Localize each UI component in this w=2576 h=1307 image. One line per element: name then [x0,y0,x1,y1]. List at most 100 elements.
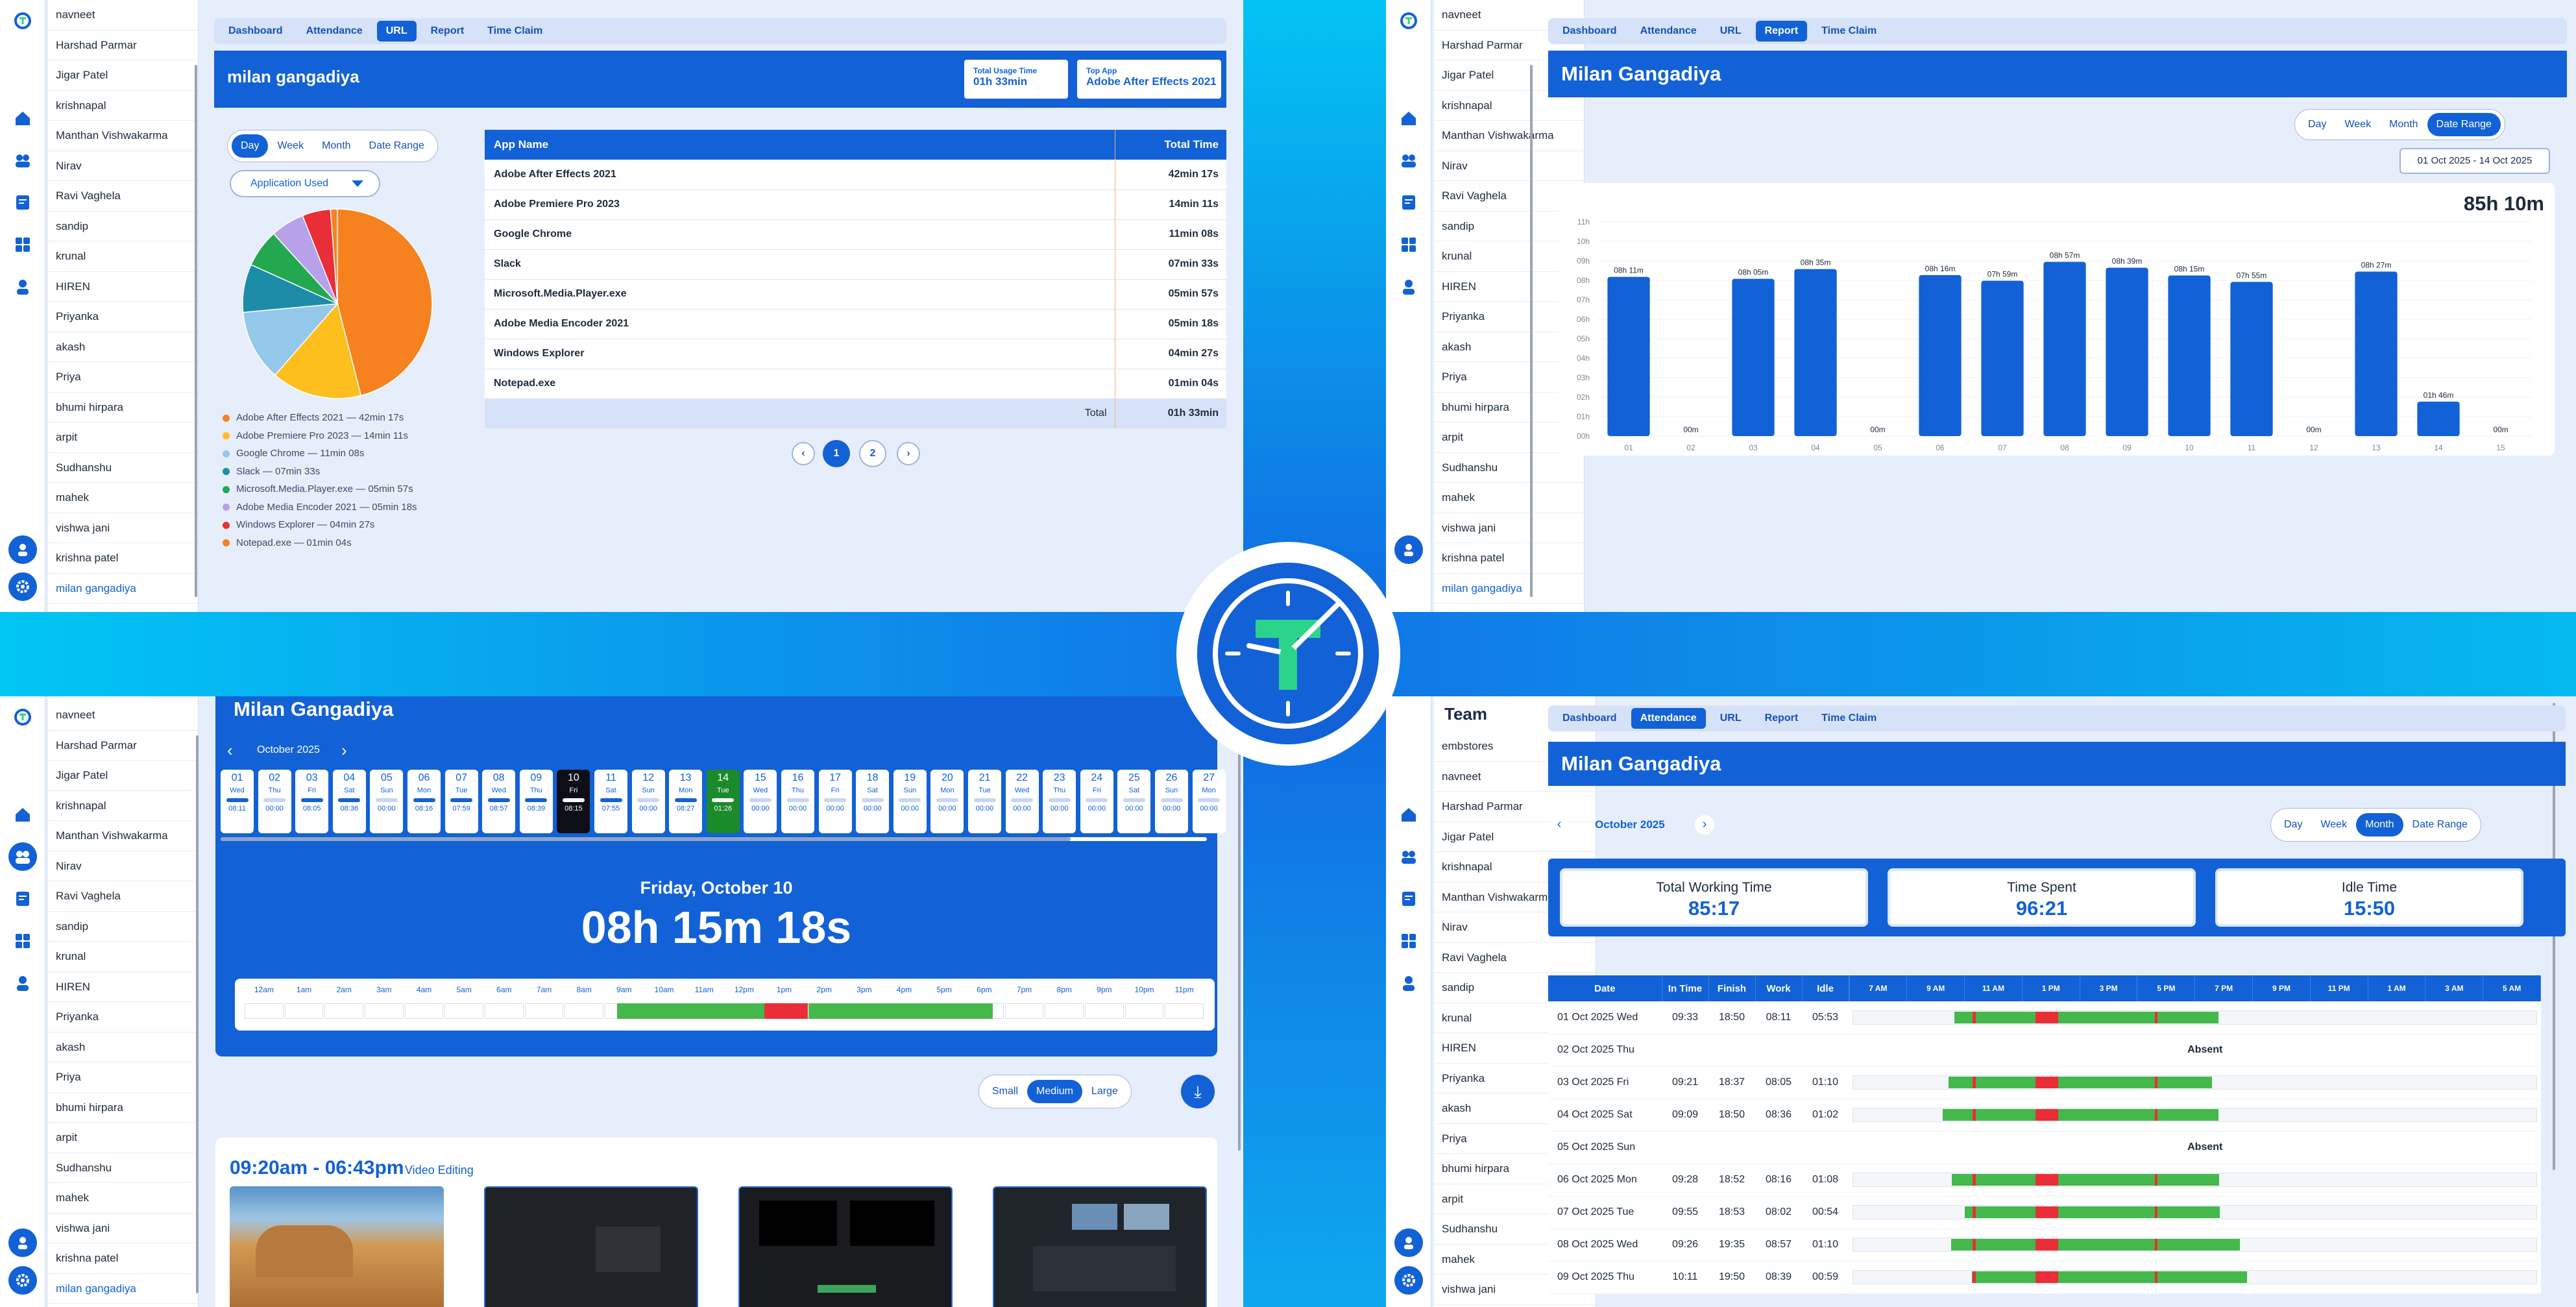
tab-report[interactable]: Report [1755,21,1808,42]
user-list-item[interactable]: krishna patel [48,1243,198,1274]
tab-attendance[interactable]: Attendance [297,21,372,42]
day-scrollbar[interactable] [221,837,1207,841]
bar[interactable] [2043,262,2086,437]
profile-icon[interactable] [1394,1228,1423,1257]
user-list-item[interactable]: Jigar Patel [48,761,198,791]
report-icon[interactable] [8,188,37,217]
screenshot-thumbnail[interactable] [484,1186,698,1307]
user-list-item[interactable]: mahek [48,483,198,513]
user-list-item[interactable]: milan gangadiya [48,574,198,604]
period-week[interactable]: Week [2335,113,2380,136]
hour-slot[interactable] [324,1003,363,1019]
period-week[interactable]: Week [268,134,313,158]
idle-block[interactable] [1973,1174,1976,1186]
period-day[interactable]: Day [2299,113,2335,136]
user-list-item[interactable]: krunal [48,942,198,972]
work-block[interactable] [1952,1174,2220,1186]
day-cell[interactable]: 17 Fri 00:00 [818,770,852,833]
hour-slot[interactable] [284,1003,324,1019]
work-block[interactable] [1948,1077,2213,1088]
bar[interactable] [2106,267,2148,437]
hour-slot[interactable] [1004,1003,1044,1019]
hour-slot[interactable] [524,1003,564,1019]
table-row[interactable]: 05 Oct 2025 Sun Absent [1548,1131,2541,1164]
user-list-item[interactable]: Ravi Vaghela [48,181,198,212]
idle-block[interactable] [1973,1011,1976,1023]
user-list-item[interactable]: akash [48,332,198,362]
period-month[interactable]: Month [2380,113,2427,136]
user-list-item[interactable]: akash [48,1032,198,1062]
bar[interactable] [1794,269,1837,436]
idle-block[interactable] [2154,1206,2158,1218]
team-icon[interactable] [1394,146,1423,175]
user-settings-icon[interactable] [8,969,37,997]
day-timeline[interactable] [1853,1238,2537,1252]
home-icon[interactable] [1394,800,1423,829]
bar[interactable] [1919,275,1962,436]
day-cell[interactable]: 20 Mon 00:00 [930,770,964,833]
user-list-item[interactable]: vishwa jani [48,1214,198,1243]
table-row[interactable]: 02 Oct 2025 Thu Absent [1548,1034,2541,1067]
tab-dashboard[interactable]: Dashboard [219,21,292,42]
day-timeline[interactable] [1853,1270,2537,1284]
prev-month-icon[interactable]: ‹ [227,740,233,761]
team-icon[interactable] [8,146,37,175]
user-settings-icon[interactable] [1394,273,1423,301]
day-cell[interactable]: 06 Mon 08:16 [407,770,441,833]
hour-slot[interactable] [1165,1003,1204,1019]
report-icon[interactable] [1394,188,1423,217]
day-cell[interactable]: 09 Thu 08:39 [519,770,553,833]
user-list-item[interactable]: Harshad Parmar [48,31,198,60]
idle-block[interactable] [2035,1109,2058,1121]
day-cell[interactable]: 14 Tue 01:26 [706,770,740,833]
day-cell[interactable]: 25 Sat 00:00 [1117,770,1151,833]
tab-time-claim[interactable]: Time Claim [1812,21,1886,42]
bar[interactable] [2168,275,2211,437]
day-cell[interactable]: 19 Sun 00:00 [893,770,927,833]
user-list-item[interactable]: arpit [48,422,198,453]
day-cell[interactable]: 05 Sun 00:00 [370,770,404,833]
user-list-item[interactable]: milan gangadiya [48,1274,198,1304]
user-list-item[interactable]: sandip [48,912,198,942]
table-row[interactable]: 06 Oct 2025 Mon 09:28 18:52 08:16 01:08 [1548,1164,2541,1197]
hour-slot[interactable] [1085,1003,1124,1019]
idle-block[interactable] [2035,1174,2058,1186]
user-list-item[interactable]: krunal [48,241,198,272]
user-list-item[interactable]: Nirav [48,151,198,181]
day-cell[interactable]: 02 Thu 00:00 [258,770,291,833]
table-row[interactable]: 03 Oct 2025 Fri 09:21 18:37 08:05 01:10 [1548,1066,2541,1099]
bar[interactable] [1732,278,1775,436]
size-large[interactable]: Large [1082,1080,1127,1103]
user-list-item[interactable]: Harshad Parmar [48,731,198,761]
bar[interactable] [2417,401,2460,436]
period-day[interactable]: Day [232,134,269,158]
bar[interactable] [1981,280,2024,436]
page-2-button[interactable]: 2 [859,440,886,467]
tab-report[interactable]: Report [422,21,474,42]
scrollbar[interactable] [195,65,197,597]
gear-icon[interactable] [1394,1266,1423,1295]
idle-block[interactable] [2154,1109,2158,1121]
user-list-item[interactable]: Priyanka [48,302,198,332]
user-list-item[interactable]: navneet [48,700,198,731]
table-row[interactable]: Google Chrome 11min 08s [485,219,1226,250]
apps-icon[interactable] [1394,927,1423,955]
user-list-item[interactable]: krishnapal [48,791,198,821]
period-date-range[interactable]: Date Range [2427,113,2501,136]
tab-url[interactable]: URL [376,21,417,42]
day-cell[interactable]: 24 Fri 00:00 [1080,770,1113,833]
day-timeline[interactable] [1853,1010,2537,1025]
day-cell[interactable]: 04 Sat 08:36 [332,770,366,833]
user-list-item[interactable]: milan gangadiya [1434,574,1584,604]
report-icon[interactable] [8,885,37,913]
day-cell[interactable]: 13 Mon 08:27 [669,770,703,833]
user-list-item[interactable]: arpit [48,1123,198,1153]
user-list-item[interactable]: Sudhanshu [48,1153,198,1183]
screenshot-thumbnail[interactable] [993,1186,1207,1307]
user-list-item[interactable]: Priya [48,1062,198,1093]
profile-icon[interactable] [8,1228,37,1257]
idle-block[interactable] [2035,1206,2058,1218]
hour-slot[interactable] [245,1003,284,1019]
day-cell[interactable]: 08 Wed 08:57 [482,770,516,833]
table-row[interactable]: Microsoft.Media.Player.exe 05min 57s [485,279,1226,310]
